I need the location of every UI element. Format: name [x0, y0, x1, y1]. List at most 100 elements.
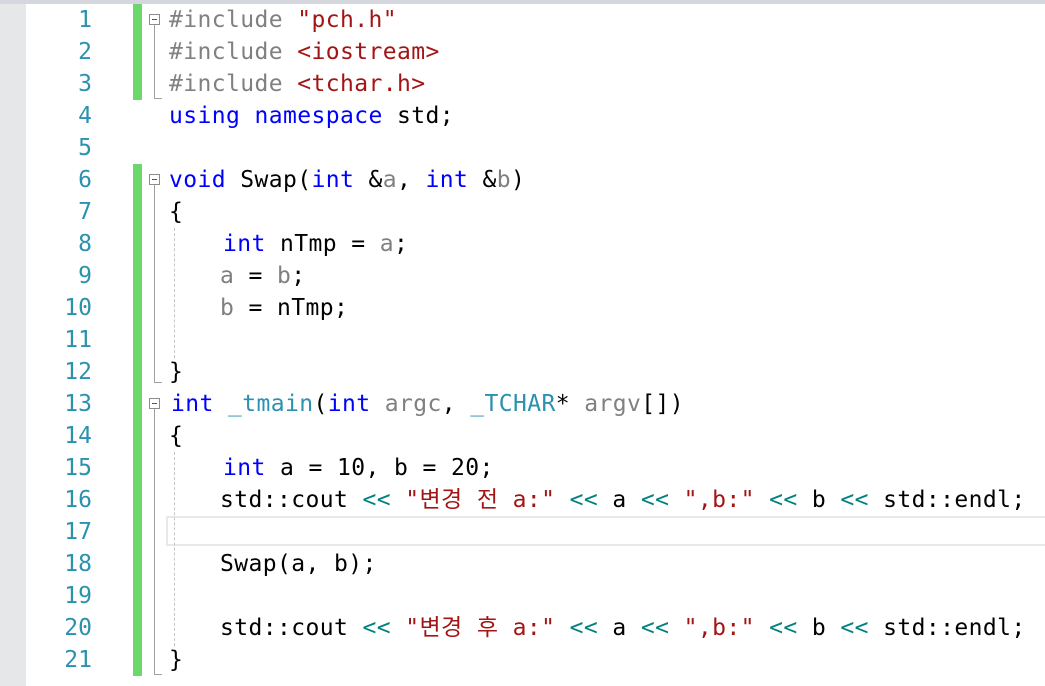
code-token-type: _TCHAR [470, 391, 556, 417]
line-number: 10 [64, 295, 92, 321]
line-number: 14 [64, 423, 92, 449]
code-token-keyword: int [223, 455, 266, 481]
collapse-region-icon[interactable] [149, 398, 160, 409]
code-token-macro: _tmain [228, 391, 314, 417]
code-line[interactable]: b = nTmp; [220, 292, 348, 324]
code-token-text: * [555, 391, 585, 417]
line-number: 21 [64, 647, 92, 673]
code-token-text: b [797, 615, 841, 641]
code-token-text: { [169, 199, 184, 225]
code-token-text: std::cout [220, 615, 363, 641]
code-token-text: { [169, 423, 184, 449]
code-line[interactable]: void Swap(int &a, int &b) [169, 164, 525, 196]
code-line[interactable]: int a = 10, b = 20; [223, 452, 494, 484]
code-line[interactable]: } [169, 644, 183, 676]
collapse-region-icon[interactable] [149, 14, 160, 25]
code-token-keyword: void [169, 167, 226, 193]
code-line[interactable]: int _tmain(int argc, _TCHAR* argv[]) [171, 388, 684, 420]
code-token-operator: << [362, 615, 391, 641]
code-token-text: } [169, 359, 184, 385]
line-number: 2 [78, 39, 92, 65]
code-token-string: ",b:" [683, 615, 755, 641]
code-token-text: & [468, 167, 497, 193]
line-number: 1 [78, 7, 92, 33]
outline-region-line [154, 185, 155, 382]
code-token-operator: << [840, 487, 869, 513]
code-token-preprocessor: #include [169, 71, 298, 97]
code-token-text: , [396, 167, 426, 193]
code-token-text: b [797, 487, 841, 513]
line-number: 12 [64, 359, 92, 385]
line-number: 3 [78, 71, 92, 97]
code-token-operator: << [362, 487, 391, 513]
outline-region-line [154, 25, 155, 98]
outline-region-end [154, 98, 162, 99]
code-token-text: std; [382, 103, 454, 129]
code-token-string: "변경 후 a:" [405, 615, 556, 641]
code-token-text: = nTmp; [234, 295, 349, 321]
code-line[interactable]: #include <iostream> [169, 36, 440, 68]
code-line[interactable]: int nTmp = a; [223, 228, 408, 260]
line-number: 20 [64, 615, 92, 641]
code-token-text: []) [641, 391, 684, 417]
outline-region-line [154, 409, 155, 674]
code-line[interactable]: } [169, 356, 183, 388]
line-number: 13 [64, 391, 92, 417]
code-token-keyword: int [425, 167, 469, 193]
code-token-keyword: int [327, 391, 371, 417]
code-token-operator: << [840, 615, 869, 641]
glyph-margin [0, 4, 26, 686]
code-token-preprocessor: #include [169, 7, 298, 33]
code-token-text: Swap( [226, 167, 312, 193]
code-token-text: ; [291, 263, 306, 289]
code-token-keyword: using [169, 103, 241, 129]
code-token-text: a [598, 615, 641, 641]
editor-top-border [0, 0, 1045, 4]
code-token-parameter: argc [384, 391, 442, 417]
code-token-string: ",b:" [683, 487, 755, 513]
code-token-operator: << [769, 487, 798, 513]
code-token-parameter: a [379, 231, 394, 257]
code-token-text: & [354, 167, 383, 193]
outline-region-end [154, 382, 162, 383]
code-line[interactable]: std::cout << "변경 전 a:" << a << ",b:" << … [220, 484, 1026, 516]
code-token-text: std::cout [220, 487, 363, 513]
code-line[interactable]: Swap(a, b); [220, 548, 377, 580]
code-token-text: ( [313, 391, 328, 417]
line-number: 7 [78, 199, 92, 225]
code-token-keyword: int [311, 167, 355, 193]
code-line[interactable]: std::cout << "변경 후 a:" << a << ",b:" << … [220, 612, 1026, 644]
line-number: 11 [64, 327, 92, 353]
code-token-text: } [169, 647, 184, 673]
code-token-operator: << [569, 487, 599, 513]
code-line[interactable]: { [169, 420, 183, 452]
code-line[interactable]: { [169, 196, 183, 228]
code-token-string: <tchar.h> [297, 71, 426, 97]
current-line-highlight [166, 516, 1045, 546]
change-indicator-bar [133, 164, 142, 676]
code-token-parameter: a [220, 263, 235, 289]
line-number: 8 [78, 231, 92, 257]
line-number: 5 [78, 135, 92, 161]
code-line[interactable]: using namespace std; [169, 100, 454, 132]
code-token-operator: << [640, 487, 670, 513]
code-token-text: ; [393, 231, 409, 257]
code-line[interactable]: a = b; [220, 260, 306, 292]
code-line[interactable]: #include "pch.h" [169, 4, 397, 36]
collapse-region-icon[interactable] [149, 174, 160, 185]
code-token-parameter: a [382, 167, 397, 193]
code-token-text: ) [510, 167, 526, 193]
outline-region-end [154, 674, 162, 675]
indent-guide [174, 452, 175, 646]
code-token-text: a [598, 487, 641, 513]
code-token-parameter: argv [584, 391, 642, 417]
code-token-parameter: b [496, 167, 511, 193]
code-token-string: "pch.h" [297, 7, 397, 33]
code-line[interactable]: #include <tchar.h> [169, 68, 425, 100]
